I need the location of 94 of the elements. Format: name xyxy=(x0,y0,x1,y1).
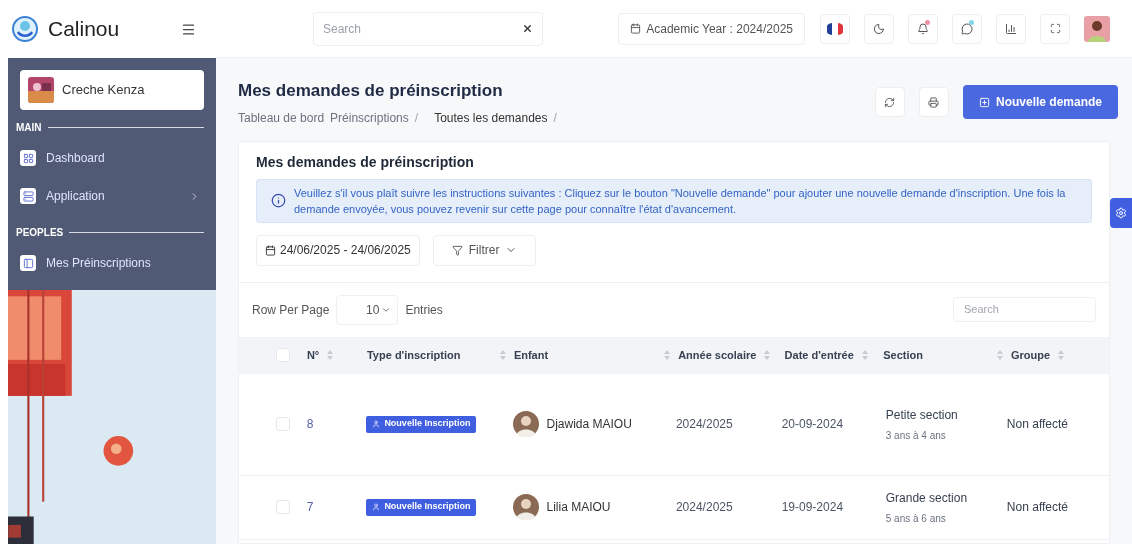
table-cell-text: Non affecté xyxy=(1006,416,1068,433)
sort-icon[interactable] xyxy=(499,350,506,360)
row-number-link[interactable]: 8 xyxy=(306,417,314,431)
table-cell: 2024/2025 xyxy=(675,500,733,514)
table-cell-text: Non affecté xyxy=(1006,499,1068,516)
column-header: Date d'entrée xyxy=(784,347,854,363)
new-request-button[interactable]: Nouvelle demande xyxy=(962,85,1118,120)
rows-per-page-select[interactable]: 10 xyxy=(336,294,399,325)
server-icon xyxy=(20,188,36,204)
table-search-field[interactable]: Search xyxy=(953,297,1096,322)
section-heading: MAIN xyxy=(16,121,42,135)
section-name: Grande section xyxy=(885,489,969,507)
avatar xyxy=(512,411,539,437)
breadcrumb-separator: / xyxy=(414,109,419,127)
column-header: Enfant xyxy=(513,347,549,363)
sort-icon[interactable] xyxy=(327,350,334,360)
logo-icon xyxy=(12,16,38,42)
sidebar-item[interactable]: Mes Préinscriptions xyxy=(20,244,204,282)
breadcrumb-link[interactable]: Tableau de bord xyxy=(238,108,325,127)
bell-icon xyxy=(917,22,929,35)
brand-name: Calinou xyxy=(48,16,120,43)
fullscreen-button[interactable] xyxy=(1040,13,1070,44)
bar-chart-icon xyxy=(1005,22,1017,35)
section-ages: 3 ans à 4 ans xyxy=(885,428,947,443)
filter-button[interactable]: Filtrer xyxy=(432,234,537,266)
table-cell: 2024/2025 xyxy=(675,417,733,431)
sidebar-item[interactable]: Application xyxy=(20,177,204,215)
breadcrumb-link[interactable]: Préinscriptions xyxy=(330,108,409,127)
alert-text: Veuillez s'il vous plaît suivre les instructions suivantes : Cliquez sur le bouton "Nouvelle demande" pour ajouter une nouvelle demande d'inscription. Une fois la demande envoyée, vous pouvez revenir sur cette page pour connaître l'état d'avancement. xyxy=(294,185,1067,217)
person-icon xyxy=(372,503,381,511)
search-input[interactable]: Search xyxy=(964,301,1085,318)
search-field[interactable]: Search xyxy=(313,11,543,46)
school-card[interactable]: Creche Kenza xyxy=(20,70,204,110)
table-cell: 19-09-2024 xyxy=(781,500,844,514)
calendar-icon xyxy=(265,244,276,256)
avatar[interactable] xyxy=(1084,15,1110,42)
section-heading: PEOPLES xyxy=(16,226,64,240)
stats-button[interactable] xyxy=(996,13,1026,44)
info-icon xyxy=(271,193,286,208)
language-button[interactable] xyxy=(820,13,850,44)
checkbox[interactable] xyxy=(276,417,290,431)
plus-icon xyxy=(978,96,990,108)
search-input[interactable]: Search xyxy=(323,19,473,38)
clear-icon[interactable] xyxy=(522,23,533,34)
settings-button[interactable] xyxy=(1110,198,1132,228)
notification-button[interactable] xyxy=(908,13,938,44)
avatar xyxy=(512,494,539,520)
type-badge: Nouvelle Inscription xyxy=(366,415,477,433)
type-badge: Nouvelle Inscription xyxy=(366,498,477,516)
column-header: Année scolaire xyxy=(678,347,757,363)
print-button[interactable] xyxy=(918,87,949,118)
card-title: Mes demandes de préinscription xyxy=(256,152,475,172)
chat-button[interactable] xyxy=(952,13,982,44)
fullscreen-icon xyxy=(1049,23,1061,34)
date-range-field[interactable]: 24/06/2025 - 24/06/2025 xyxy=(256,234,420,266)
section-ages: 5 ans à 6 ans xyxy=(885,511,947,526)
refresh-icon xyxy=(884,96,896,108)
page-title: Mes demandes de préinscription xyxy=(238,80,504,102)
moon-icon xyxy=(873,22,885,35)
column-header: Groupe xyxy=(1010,347,1050,363)
column-header: Type d'inscription xyxy=(366,347,461,363)
sort-icon[interactable] xyxy=(996,350,1003,360)
calendar-icon xyxy=(630,23,642,34)
table-cell: 20-09-2024 xyxy=(781,417,844,431)
column-header: N° xyxy=(306,347,320,363)
checkbox[interactable] xyxy=(276,348,290,362)
filter-icon xyxy=(451,244,463,256)
academic-year-button[interactable]: Academic Year : 2024/2025 xyxy=(618,12,805,45)
checkbox[interactable] xyxy=(276,500,290,514)
settings-icon xyxy=(1115,207,1127,219)
entries-label: Entries xyxy=(405,301,443,319)
child-name: Lilia MAIOU xyxy=(546,499,611,516)
menu-icon[interactable] xyxy=(181,21,196,37)
sort-icon[interactable] xyxy=(664,350,671,360)
sort-icon[interactable] xyxy=(861,350,868,360)
sidebar-item[interactable]: Dashboard xyxy=(20,139,204,177)
panel-icon xyxy=(20,255,36,271)
child-name: Djawida MAIOU xyxy=(546,416,632,433)
sort-icon[interactable] xyxy=(764,350,771,360)
theme-button[interactable] xyxy=(864,13,894,44)
school-name: Creche Kenza xyxy=(62,81,145,100)
person-icon xyxy=(372,420,381,428)
breadcrumb-separator: / xyxy=(553,109,557,127)
chat-icon xyxy=(961,22,973,35)
breadcrumb-link[interactable]: Toutes les demandes xyxy=(434,108,548,127)
flag-icon xyxy=(827,21,843,36)
row-number-link[interactable]: 7 xyxy=(306,500,314,514)
refresh-button[interactable] xyxy=(874,87,905,118)
rows-per-page-label: Row Per Page xyxy=(252,301,330,319)
section-name: Petite section xyxy=(885,406,959,424)
sort-icon[interactable] xyxy=(1058,350,1064,360)
grid-icon xyxy=(20,150,36,166)
column-header: Section xyxy=(883,347,923,363)
printer-icon xyxy=(928,96,940,108)
